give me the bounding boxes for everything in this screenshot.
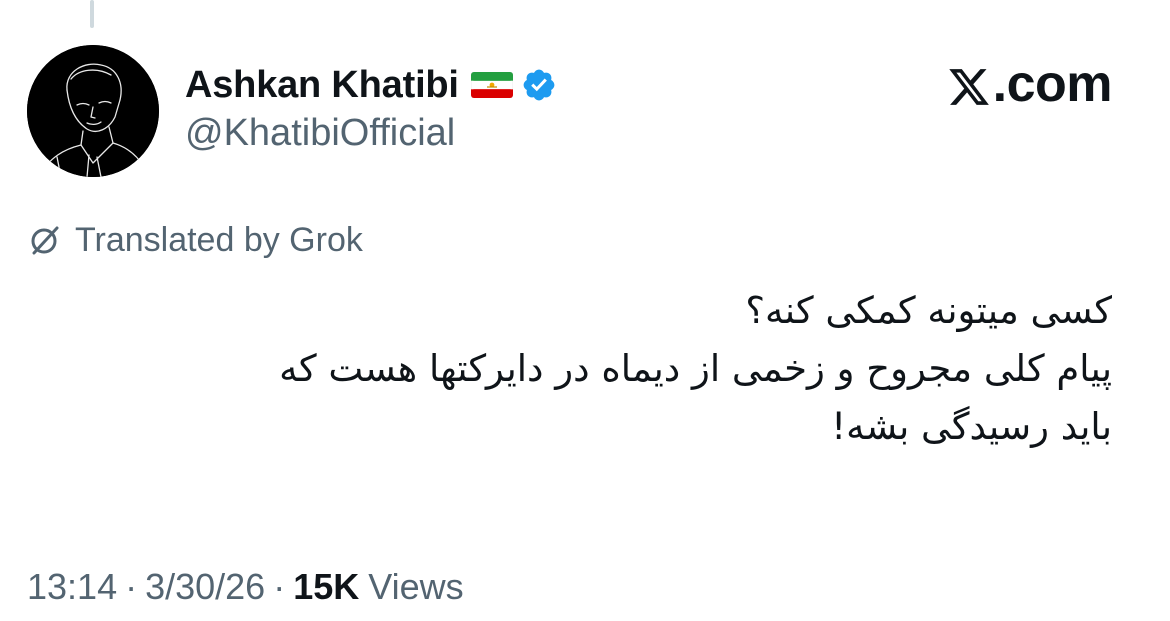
views-count: 15K [293, 566, 360, 607]
x-com-brand: .com [947, 54, 1113, 114]
avatar-portrait-icon [27, 45, 159, 177]
meta-separator: · [273, 566, 286, 607]
tweet-line: باید رسیدگی بشه! [831, 405, 1112, 448]
thread-connector-line [90, 0, 94, 28]
brand-domain-label: .com [992, 55, 1113, 113]
tweet-line: پیام کلی مجروح و زخمی از دیماه در دایرکت… [279, 347, 1112, 390]
translated-by-grok[interactable]: Translated by Grok [27, 218, 363, 262]
translate-icon [27, 222, 63, 258]
author-name-row: Ashkan Khatibi [185, 60, 557, 110]
author-display-name[interactable]: Ashkan Khatibi [185, 64, 459, 107]
tweet-meta: 13:14 · 3/30/26 · 15K Views [27, 562, 464, 612]
views-label: Views [368, 566, 464, 607]
tweet-text: کسی میتونه کمکی کنه؟ پیام کلی مجروح و زخ… [32, 282, 1112, 456]
iran-flag-icon [470, 71, 514, 99]
author-handle[interactable]: @KhatibiOfficial [185, 112, 455, 155]
tweet-date[interactable]: 3/30/26 [145, 566, 265, 608]
x-logo-icon [947, 62, 991, 106]
avatar[interactable] [27, 45, 159, 177]
verified-badge-icon[interactable] [521, 67, 557, 103]
tweet-line: کسی میتونه کمکی کنه؟ [745, 289, 1112, 332]
meta-separator: · [125, 566, 138, 607]
translated-label: Translated by Grok [75, 220, 363, 259]
tweet-time[interactable]: 13:14 [27, 566, 117, 608]
